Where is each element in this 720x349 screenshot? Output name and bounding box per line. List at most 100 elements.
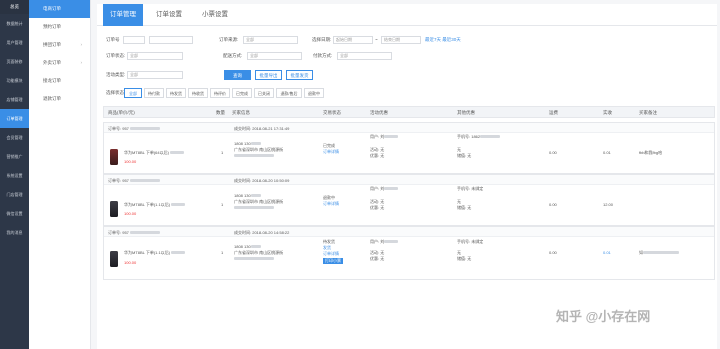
order-created-time: 成交时间: 2018-08-20 14:58:22 xyxy=(234,230,290,235)
order-no-label: 订单号 xyxy=(106,37,120,42)
nav-item[interactable]: 店铺管理 xyxy=(0,90,29,109)
nav-item[interactable]: 订单管理 xyxy=(0,109,29,128)
order-no-input[interactable] xyxy=(149,36,193,44)
nav-item[interactable]: 系统设置 xyxy=(0,166,29,185)
table-header: 商品(单价/元) 数量 买家信息 交易状态 活动优惠 其他优惠 运费 实收 买家… xyxy=(103,106,715,118)
order-source-select[interactable]: 全部 xyxy=(243,36,298,44)
nav-item[interactable]: 数据统计 xyxy=(0,14,29,33)
subnav-item[interactable]: 退款订单 xyxy=(29,90,90,108)
product-qty: 1 xyxy=(221,150,224,155)
other-phone: 手机号: 未绑定 xyxy=(457,239,484,244)
subnav-item[interactable]: 预约订单 xyxy=(29,18,90,36)
paid-amount: 12.00 xyxy=(603,202,614,207)
subnav-item-label: 预约订单 xyxy=(43,24,61,29)
other-phone: 手机号: 1862 xyxy=(457,134,501,140)
other-stored-value: 储值: 无 xyxy=(457,256,472,261)
nav-item[interactable]: 页面装修 xyxy=(0,52,29,71)
buyer-address-detail xyxy=(234,153,274,158)
batch-ship-button[interactable]: 批量发货 xyxy=(286,70,313,80)
th-buyer: 买家信息 xyxy=(232,110,250,115)
product-name[interactable]: 华为MT8BL 下单(1.1以后) xyxy=(124,250,186,256)
delivery-label: 配送方式: xyxy=(223,53,243,58)
discount-value: 优惠: 无 xyxy=(370,205,385,210)
tab-order-settings[interactable]: 订单设置 xyxy=(149,4,189,26)
order-status-select[interactable]: 全部 xyxy=(127,52,183,60)
product-qty: 1 xyxy=(221,250,224,255)
order-detail-link[interactable]: 订单详情 xyxy=(323,149,339,155)
batch-export-button[interactable]: 批量导出 xyxy=(255,70,282,80)
nav-item[interactable]: 微信设置 xyxy=(0,204,29,223)
status-tab[interactable]: 待付款 xyxy=(144,88,164,98)
status-tab[interactable]: 待评价 xyxy=(210,88,230,98)
product-name[interactable]: 华为MT8BL 下单(1.1以后) xyxy=(124,202,186,208)
subnav-item[interactable]: 外卖订单 › xyxy=(29,54,90,72)
print-receipt-button[interactable]: 打印小票 xyxy=(323,258,343,264)
main-panel: 订单管理 订单设置 小票设置 订单号 订单来源: 全部 选择日期: 起始日期 ~… xyxy=(97,4,717,349)
order-row: 订单号: 957 成交时间: 2018-08-20 10:50:09 华为MT8… xyxy=(103,174,715,226)
th-remark: 买家备注 xyxy=(639,110,657,115)
date-end-input[interactable]: 结束日期 xyxy=(381,36,421,44)
status-tab[interactable]: 退款/售后 xyxy=(276,88,302,98)
product-image[interactable] xyxy=(110,201,118,217)
nav-item[interactable]: 营销推广 xyxy=(0,147,29,166)
th-qty: 数量 xyxy=(216,110,225,115)
subnav-item[interactable]: 拼团订单 › xyxy=(29,36,90,54)
subnav-item[interactable]: 电商订单 xyxy=(29,0,90,18)
nav-item[interactable]: 会员管理 xyxy=(0,128,29,147)
freight: 0.00 xyxy=(549,250,557,255)
status-tab[interactable]: 已关闭 xyxy=(254,88,274,98)
status-tab[interactable]: 待发货 xyxy=(166,88,186,98)
search-button[interactable]: 查询 xyxy=(224,70,251,80)
nav-item[interactable]: 我的消息 xyxy=(0,223,29,242)
tab-order-management[interactable]: 订单管理 xyxy=(103,4,143,26)
subnav-item[interactable]: 接龙订单 xyxy=(29,72,90,90)
date-start-input[interactable]: 起始日期 xyxy=(333,36,373,44)
subnav-item-label: 外卖订单 xyxy=(43,60,61,65)
sidebar-header[interactable]: 总览 xyxy=(0,0,29,14)
nav-item[interactable]: 用户管理 xyxy=(0,33,29,52)
status-tab[interactable]: 退款中 xyxy=(304,88,324,98)
th-activity: 活动优惠 xyxy=(370,110,388,115)
secondary-sidebar: 电商订单 预约订单 拼团订单 › 外卖订单 › 接龙订单 退款订单 xyxy=(29,0,91,349)
th-freight: 运费 xyxy=(549,110,558,115)
tab-bar: 订单管理 订单设置 小票设置 xyxy=(97,4,717,26)
subnav-item-label: 退款订单 xyxy=(43,96,61,101)
order-row: 订单号: 957 成交时间: 2018-08-20 14:58:22 华为MT8… xyxy=(103,226,715,280)
order-number: 订单号: 957 xyxy=(108,230,161,236)
quick-date-links[interactable]: 最近7天 最近30天 xyxy=(425,37,461,43)
status-tabs-label: 选择状态: xyxy=(106,90,126,95)
subnav-item-label: 接龙订单 xyxy=(43,78,61,83)
status-tab[interactable]: 全部 xyxy=(124,88,142,98)
order-detail-link[interactable]: 订单详情 xyxy=(323,201,339,207)
tab-receipt-settings[interactable]: 小票设置 xyxy=(195,4,235,26)
pay-method-select[interactable]: 全部 xyxy=(337,52,392,60)
order-created-time: 成交时间: 2018-08-21 17:31:49 xyxy=(234,126,290,131)
product-image[interactable] xyxy=(110,149,118,165)
activity-user: 用户: 刘 xyxy=(370,134,399,140)
product-image[interactable] xyxy=(110,251,118,267)
nav-item[interactable]: 门店管理 xyxy=(0,185,29,204)
product-name[interactable]: 华为MT8BL 下单(64以后) xyxy=(124,150,185,156)
activity-type-label: 活动类型: xyxy=(106,72,126,77)
status-tab[interactable]: 已完成 xyxy=(232,88,252,98)
other-phone: 手机号: 未绑定 xyxy=(457,186,484,191)
order-no-type-select[interactable] xyxy=(123,36,145,44)
other-stored-value: 储值: 无 xyxy=(457,153,472,158)
order-number: 订单号: 957 xyxy=(108,178,161,184)
buyer-phone: 1808 130 xyxy=(234,141,261,146)
date-separator: ~ xyxy=(375,37,378,42)
buyer-remark: fbb和我fbg哈 xyxy=(639,150,663,155)
chevron-right-icon: › xyxy=(80,60,83,65)
nav-item[interactable]: 功能模块 xyxy=(0,71,29,90)
watermark: 知乎 @小存在网 xyxy=(556,309,651,324)
order-detail-link[interactable]: 订单详情 xyxy=(323,251,339,257)
activity-user: 用户: 刘 xyxy=(370,239,399,245)
th-status: 交易状态 xyxy=(323,110,341,115)
buyer-remark: 如 xyxy=(639,250,679,256)
activity-type-select[interactable]: 全部 xyxy=(127,71,183,79)
status-tab[interactable]: 待收货 xyxy=(188,88,208,98)
subnav-item-label: 拼团订单 xyxy=(43,42,61,47)
delivery-select[interactable]: 全部 xyxy=(247,52,302,60)
order-created-time: 成交时间: 2018-08-20 10:50:09 xyxy=(234,178,290,183)
freight: 0.00 xyxy=(549,202,557,207)
